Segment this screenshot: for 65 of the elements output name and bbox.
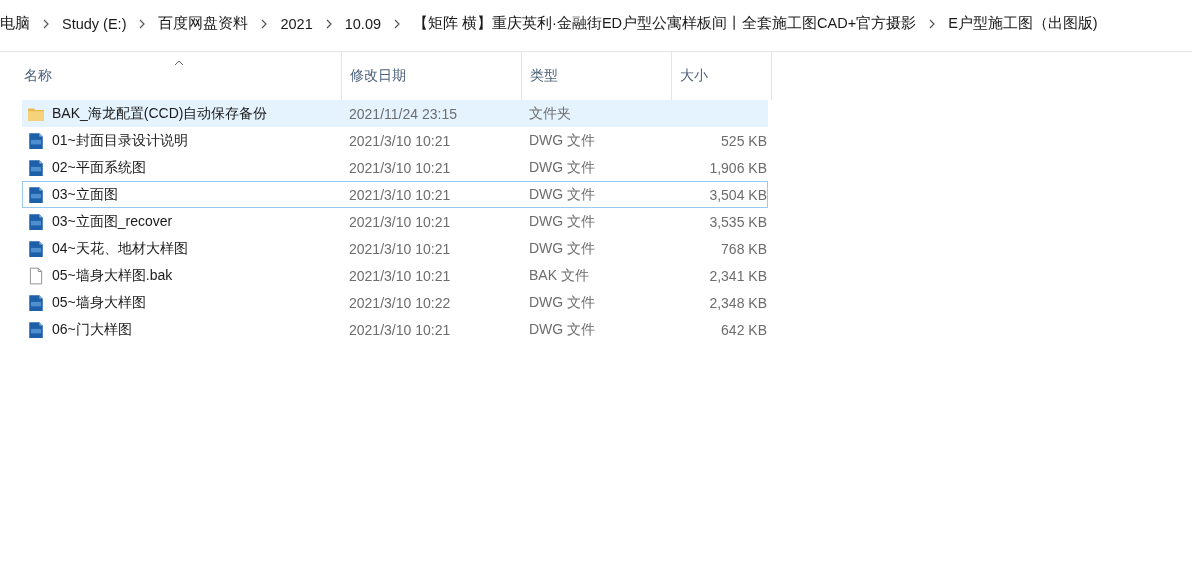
modified-date: 2021/11/24 23:15 xyxy=(349,105,457,122)
modified-date: 2021/3/10 10:21 xyxy=(349,267,451,284)
chevron-icon[interactable] xyxy=(324,18,333,29)
file-row[interactable]: 06~门大样图 2021/3/10 10:21 DWG 文件 642 KB xyxy=(22,316,768,343)
file-row[interactable]: 03~立面图_recover 2021/3/10 10:21 DWG 文件 3,535 KB xyxy=(22,208,768,235)
modified-date: 2021/3/10 10:21 xyxy=(349,186,451,203)
breadcrumb-item[interactable]: 【矩阵 横】重庆英利·金融街ED户型公寓样板间丨全套施工图CAD+官方摄影 xyxy=(413,14,917,33)
cad-file-icon xyxy=(27,185,45,204)
modified-date: 2021/3/10 10:21 xyxy=(349,159,451,176)
modified-date: 2021/3/10 10:21 xyxy=(349,132,451,149)
cad-file-icon xyxy=(27,212,45,231)
file-name: 06~门大样图 xyxy=(52,320,132,339)
file-size: 3,504 KB xyxy=(709,186,767,203)
file-row[interactable]: 02~平面系统图 2021/3/10 10:21 DWG 文件 1,906 KB xyxy=(22,154,768,181)
cad-file-icon xyxy=(27,293,45,312)
file-type: DWG 文件 xyxy=(529,320,596,339)
file-type: DWG 文件 xyxy=(529,185,596,204)
file-name: 05~墙身大样图 xyxy=(52,293,146,312)
file-size: 768 KB xyxy=(721,240,767,257)
file-type: DWG 文件 xyxy=(529,212,596,231)
file-name: 01~封面目录设计说明 xyxy=(52,131,188,150)
file-row[interactable]: 05~墙身大样图.bak 2021/3/10 10:21 BAK 文件 2,341 KB xyxy=(22,262,768,289)
file-size: 642 KB xyxy=(721,321,767,338)
file-size: 2,348 KB xyxy=(709,294,767,311)
file-type: DWG 文件 xyxy=(529,293,596,312)
file-row[interactable]: BAK_海龙配置(CCD)自动保存备份 2021/11/24 23:15 文件夹 xyxy=(22,100,768,127)
breadcrumb-item[interactable]: 2021 xyxy=(280,15,313,32)
breadcrumb-item[interactable]: 百度网盘资料 xyxy=(158,14,249,33)
cad-file-icon xyxy=(27,158,45,177)
chevron-icon[interactable] xyxy=(260,18,269,29)
chevron-icon[interactable] xyxy=(42,18,50,29)
file-type: DWG 文件 xyxy=(529,239,596,258)
file-type: DWG 文件 xyxy=(529,158,596,177)
modified-date: 2021/3/10 10:21 xyxy=(349,240,451,257)
modified-date: 2021/3/10 10:21 xyxy=(349,321,451,338)
file-row[interactable]: 03~立面图 2021/3/10 10:21 DWG 文件 3,504 KB xyxy=(22,181,768,208)
file-name: 04~天花、地材大样图 xyxy=(52,239,188,258)
modified-date: 2021/3/10 10:22 xyxy=(349,294,451,311)
file-size: 3,535 KB xyxy=(709,213,767,230)
chevron-icon[interactable] xyxy=(138,18,147,29)
chevron-icon[interactable] xyxy=(393,18,402,29)
chevron-icon[interactable] xyxy=(928,18,937,29)
file-type: BAK 文件 xyxy=(529,266,589,285)
file-name: 03~立面图 xyxy=(52,185,118,204)
file-size: 2,341 KB xyxy=(709,267,767,284)
file-type: 文件夹 xyxy=(529,104,571,123)
modified-date: 2021/3/10 10:21 xyxy=(349,213,451,230)
file-name: 05~墙身大样图.bak xyxy=(52,266,173,285)
file-row[interactable]: 04~天花、地材大样图 2021/3/10 10:21 DWG 文件 768 KB xyxy=(22,235,768,262)
file-name: 02~平面系统图 xyxy=(52,158,146,177)
cad-file-icon xyxy=(27,320,45,339)
file-size: 525 KB xyxy=(721,132,767,149)
file-name: 03~立面图_recover xyxy=(52,212,173,231)
file-name: BAK_海龙配置(CCD)自动保存备份 xyxy=(52,104,268,123)
file-size: 1,906 KB xyxy=(709,159,767,176)
file-type: DWG 文件 xyxy=(529,131,596,150)
breadcrumb-item[interactable]: Study (E:) xyxy=(62,15,127,32)
file-row[interactable]: 05~墙身大样图 2021/3/10 10:22 DWG 文件 2,348 KB xyxy=(22,289,768,316)
breadcrumb-item[interactable]: 10.09 xyxy=(344,15,382,32)
file-row[interactable]: 01~封面目录设计说明 2021/3/10 10:21 DWG 文件 525 KB xyxy=(22,127,768,154)
file-icon xyxy=(27,266,45,285)
breadcrumb-item[interactable]: E户型施工图（出图版) xyxy=(948,14,1098,33)
cad-file-icon xyxy=(27,131,45,150)
breadcrumb-item[interactable]: 电脑 xyxy=(0,14,30,33)
cad-file-icon xyxy=(27,239,45,258)
